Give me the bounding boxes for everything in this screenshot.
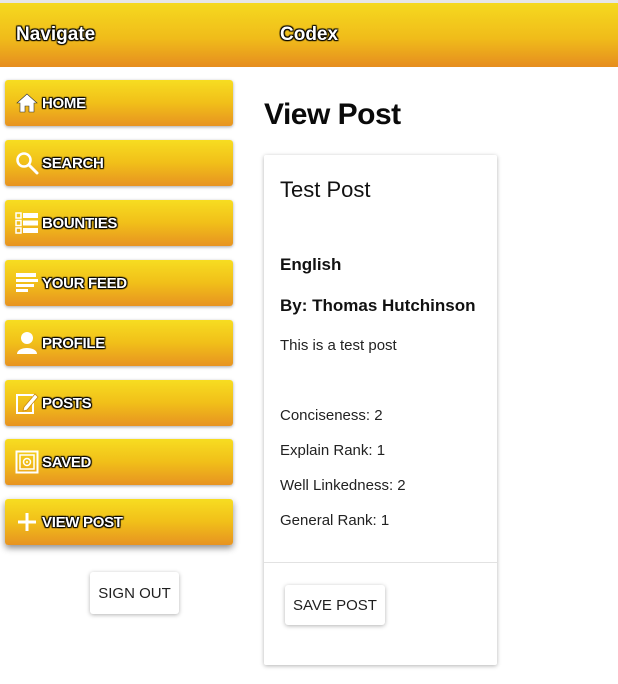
post-language: English	[280, 255, 342, 274]
sidebar-item-label: BOUNTIES	[42, 214, 118, 232]
sidebar-item-search[interactable]: SEARCH	[5, 140, 233, 186]
feed-icon	[14, 270, 40, 296]
plus-icon	[14, 509, 40, 535]
sidebar-item-view-post[interactable]: VIEW POST	[5, 499, 233, 545]
post-title: Test Post	[280, 177, 371, 202]
navigate-title: Navigate	[16, 24, 96, 45]
post-author: By: Thomas Hutchinson	[280, 296, 476, 315]
sidebar-item-home[interactable]: HOME	[5, 80, 233, 126]
app-title[interactable]: Codex	[280, 24, 338, 46]
sidebar-item-saved[interactable]: SAVED	[5, 439, 233, 485]
safe-icon	[14, 449, 40, 475]
edit-icon	[14, 390, 40, 416]
save-post-button[interactable]: SAVE POST	[285, 585, 385, 625]
sidebar-item-label: SEARCH	[42, 154, 104, 172]
sidebar-item-label: SAVED	[42, 453, 92, 471]
metric-explain-rank: Explain Rank: 1	[280, 442, 386, 459]
metric-general-rank: General Rank: 1	[280, 512, 390, 529]
home-icon	[14, 90, 40, 116]
metric-well-linkedness: Well Linkedness: 2	[280, 477, 406, 494]
sidebar-item-your-feed[interactable]: YOUR FEED	[5, 260, 233, 306]
sidebar-item-posts[interactable]: POSTS	[5, 380, 233, 426]
page-title: View Post	[264, 98, 401, 131]
sidebar-item-label: HOME	[42, 94, 86, 112]
sidebar-item-profile[interactable]: PROFILE	[5, 320, 233, 366]
sidebar-item-label: PROFILE	[42, 334, 105, 352]
metric-conciseness: Conciseness: 2	[280, 407, 383, 424]
search-icon	[14, 150, 40, 176]
person-icon	[14, 330, 40, 356]
list-icon	[14, 210, 40, 236]
sidebar-item-label: VIEW POST	[42, 513, 123, 531]
post-card: Test Post English By: Thomas Hutchinson …	[264, 155, 497, 665]
sidebar-item-label: YOUR FEED	[42, 274, 127, 292]
sidebar-item-bounties[interactable]: BOUNTIES	[5, 200, 233, 246]
sidebar-item-label: POSTS	[42, 394, 92, 412]
sign-out-button[interactable]: SIGN OUT	[90, 572, 179, 614]
top-app-bar: Navigate Codex	[0, 0, 618, 67]
card-divider	[264, 562, 497, 563]
post-body: This is a test post	[280, 337, 397, 354]
